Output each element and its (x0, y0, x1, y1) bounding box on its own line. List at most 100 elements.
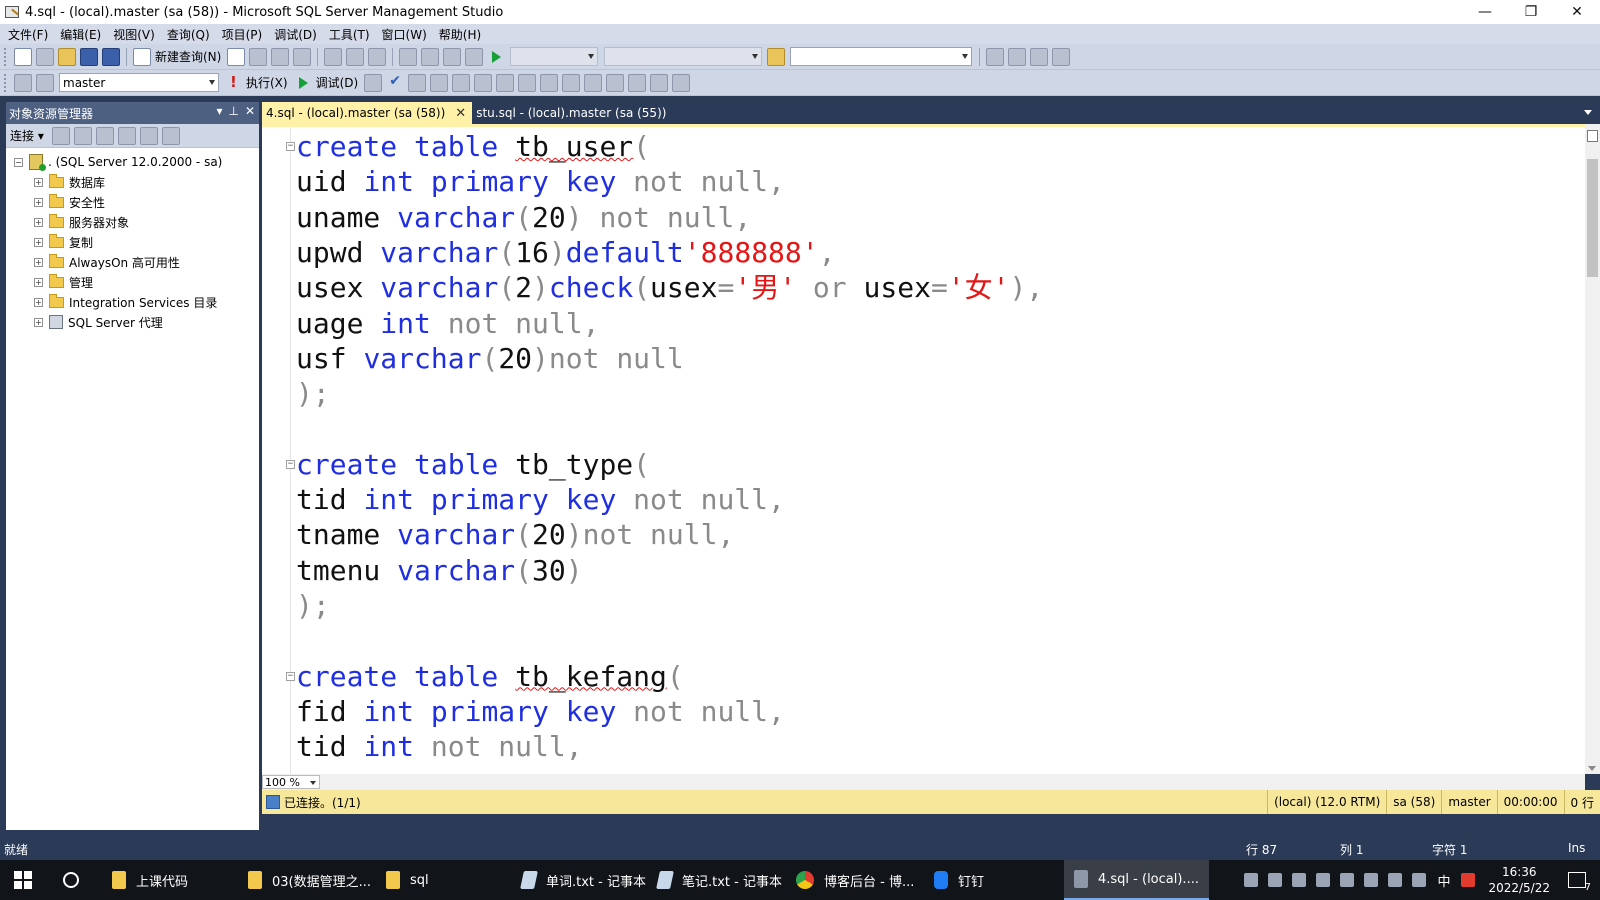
change-connection-icon[interactable] (36, 73, 54, 92)
save-all-icon[interactable] (102, 47, 120, 66)
fold-toggle-icon[interactable]: − (286, 142, 295, 151)
scroll-down-icon[interactable] (1588, 766, 1596, 771)
sogou-icon[interactable] (1461, 873, 1476, 887)
debug-icon[interactable] (294, 74, 312, 92)
tree-node-integration-services[interactable]: + Integration Services 目录 (6, 292, 259, 312)
fold-toggle-icon[interactable]: − (286, 671, 295, 681)
analysis-query-icon[interactable] (249, 47, 268, 66)
pin-icon[interactable]: ⊥ (228, 104, 238, 118)
expand-icon[interactable]: + (34, 197, 43, 207)
platform-combo[interactable] (604, 47, 763, 66)
disconnect-icon[interactable] (73, 126, 92, 145)
tree-node-management[interactable]: + 管理 (6, 272, 259, 292)
results-file-icon[interactable] (562, 73, 581, 92)
fold-toggle-icon[interactable]: − (286, 459, 295, 469)
menu-edit[interactable]: 编辑(E) (54, 26, 107, 43)
toolbox-icon[interactable] (1052, 47, 1071, 66)
object-explorer-icon[interactable] (1008, 47, 1027, 66)
copy-icon[interactable] (346, 47, 365, 66)
increase-indent-icon[interactable] (650, 73, 669, 92)
actual-plan-icon[interactable] (474, 73, 493, 92)
redo-icon[interactable] (421, 47, 440, 66)
find-icon[interactable] (465, 47, 484, 66)
specify-values-icon[interactable] (672, 73, 691, 92)
new-query-icon[interactable] (133, 47, 151, 66)
menu-project[interactable]: 项目(P) (216, 26, 269, 43)
tree-node-replication[interactable]: + 复制 (6, 232, 259, 252)
expand-icon[interactable]: + (34, 257, 43, 267)
filter-icon[interactable] (117, 126, 136, 145)
execute-button[interactable]: 执行(X) (246, 74, 288, 91)
volume-icon[interactable] (1412, 873, 1427, 887)
menu-window[interactable]: 窗口(W) (376, 26, 433, 43)
network-icon[interactable] (1268, 873, 1283, 887)
search-icon[interactable] (63, 872, 79, 888)
tree-node-server[interactable]: − . (SQL Server 12.0.2000 - sa) (6, 152, 259, 172)
toolbar-grip[interactable] (4, 73, 8, 92)
tree-node-alwayson[interactable]: + AlwaysOn 高可用性 (6, 252, 259, 272)
colorful-app-icon[interactable] (1292, 873, 1307, 887)
debug-button[interactable]: 调试(D) (316, 74, 359, 91)
tree-node-databases[interactable]: + 数据库 (6, 172, 259, 192)
properties-icon[interactable] (1030, 47, 1049, 66)
security-icon[interactable] (1316, 873, 1331, 887)
add-item-icon[interactable] (36, 47, 54, 66)
menu-file[interactable]: 文件(F) (2, 26, 54, 43)
cancel-query-icon[interactable] (364, 73, 383, 92)
minimize-button[interactable]: — (1462, 0, 1508, 24)
collapse-icon[interactable]: − (14, 157, 23, 167)
expand-icon[interactable]: + (34, 237, 43, 247)
activity-monitor-icon[interactable] (161, 126, 180, 145)
navigate-icon[interactable] (443, 47, 462, 66)
menu-tools[interactable]: 工具(T) (323, 26, 376, 43)
connect-icon[interactable] (14, 73, 32, 92)
new-project-icon[interactable] (14, 47, 32, 66)
expand-icon[interactable]: + (34, 217, 43, 227)
taskbar-item-folder-1[interactable]: 上课代码 (112, 860, 188, 900)
tab-dropdown-icon[interactable] (1584, 110, 1592, 115)
results-text-icon[interactable] (518, 73, 537, 92)
clock[interactable]: 16:36 2022/5/22 (1488, 864, 1550, 896)
taskbar-item-folder-3[interactable]: sql (386, 860, 429, 900)
undo-icon[interactable] (399, 47, 418, 66)
open-file-icon[interactable] (58, 47, 76, 66)
client-stats-icon[interactable] (496, 73, 515, 92)
scroll-thumb[interactable] (1587, 159, 1598, 277)
cut-icon[interactable] (324, 47, 343, 66)
menu-help[interactable]: 帮助(H) (433, 26, 487, 43)
taskbar-item-ssms[interactable]: 4.sql - (local).... (1064, 860, 1209, 900)
toolbar-grip[interactable] (4, 47, 8, 66)
new-query-button[interactable]: 新建查询(N) (155, 48, 221, 65)
tree-node-server-objects[interactable]: + 服务器对象 (6, 212, 259, 232)
find-combo[interactable] (790, 47, 973, 66)
uncomment-icon[interactable] (606, 73, 625, 92)
taskbar-item-notepad-1[interactable]: 单词.txt - 记事本 (520, 860, 646, 900)
xmla-query-icon[interactable] (293, 47, 312, 66)
connect-explorer-icon[interactable] (51, 126, 70, 145)
zoom-select[interactable]: 100 % (262, 775, 320, 789)
paste-icon[interactable] (368, 47, 387, 66)
tree-node-sql-agent[interactable]: + SQL Server 代理 (6, 312, 259, 332)
start-debug-icon[interactable] (487, 48, 505, 66)
comment-icon[interactable] (584, 73, 603, 92)
database-select[interactable]: master (59, 73, 219, 92)
ime-indicator[interactable]: 中 (1437, 871, 1450, 890)
vertical-scrollbar[interactable] (1585, 124, 1600, 774)
tab-4-sql[interactable]: 4.sql - (local).master (sa (58)) ✕ (262, 102, 473, 124)
menu-view[interactable]: 视图(V) (107, 26, 161, 43)
split-window-handle[interactable] (1587, 130, 1598, 142)
results-grid-icon[interactable] (540, 73, 559, 92)
query-designer-icon[interactable] (430, 73, 449, 92)
close-tab-icon[interactable]: ✕ (455, 106, 466, 121)
taskbar-item-dingtalk[interactable]: 钉钉 (934, 860, 984, 900)
close-window-button[interactable]: ✕ (1554, 0, 1600, 24)
connect-button[interactable]: 连接 ▾ (10, 127, 44, 144)
bluetooth-icon[interactable] (1340, 873, 1355, 887)
taskbar-item-folder-2[interactable]: 03(数据管理之... (248, 860, 371, 900)
stop-icon[interactable] (95, 126, 114, 145)
sql-code-editor[interactable]: create table tb_user(− uid int primary ke… (262, 124, 1585, 774)
notification-icon[interactable]: 7 (1568, 872, 1591, 893)
solution-config-combo[interactable] (510, 47, 599, 66)
expand-icon[interactable]: + (34, 317, 43, 327)
wifi-icon[interactable] (1388, 873, 1403, 887)
